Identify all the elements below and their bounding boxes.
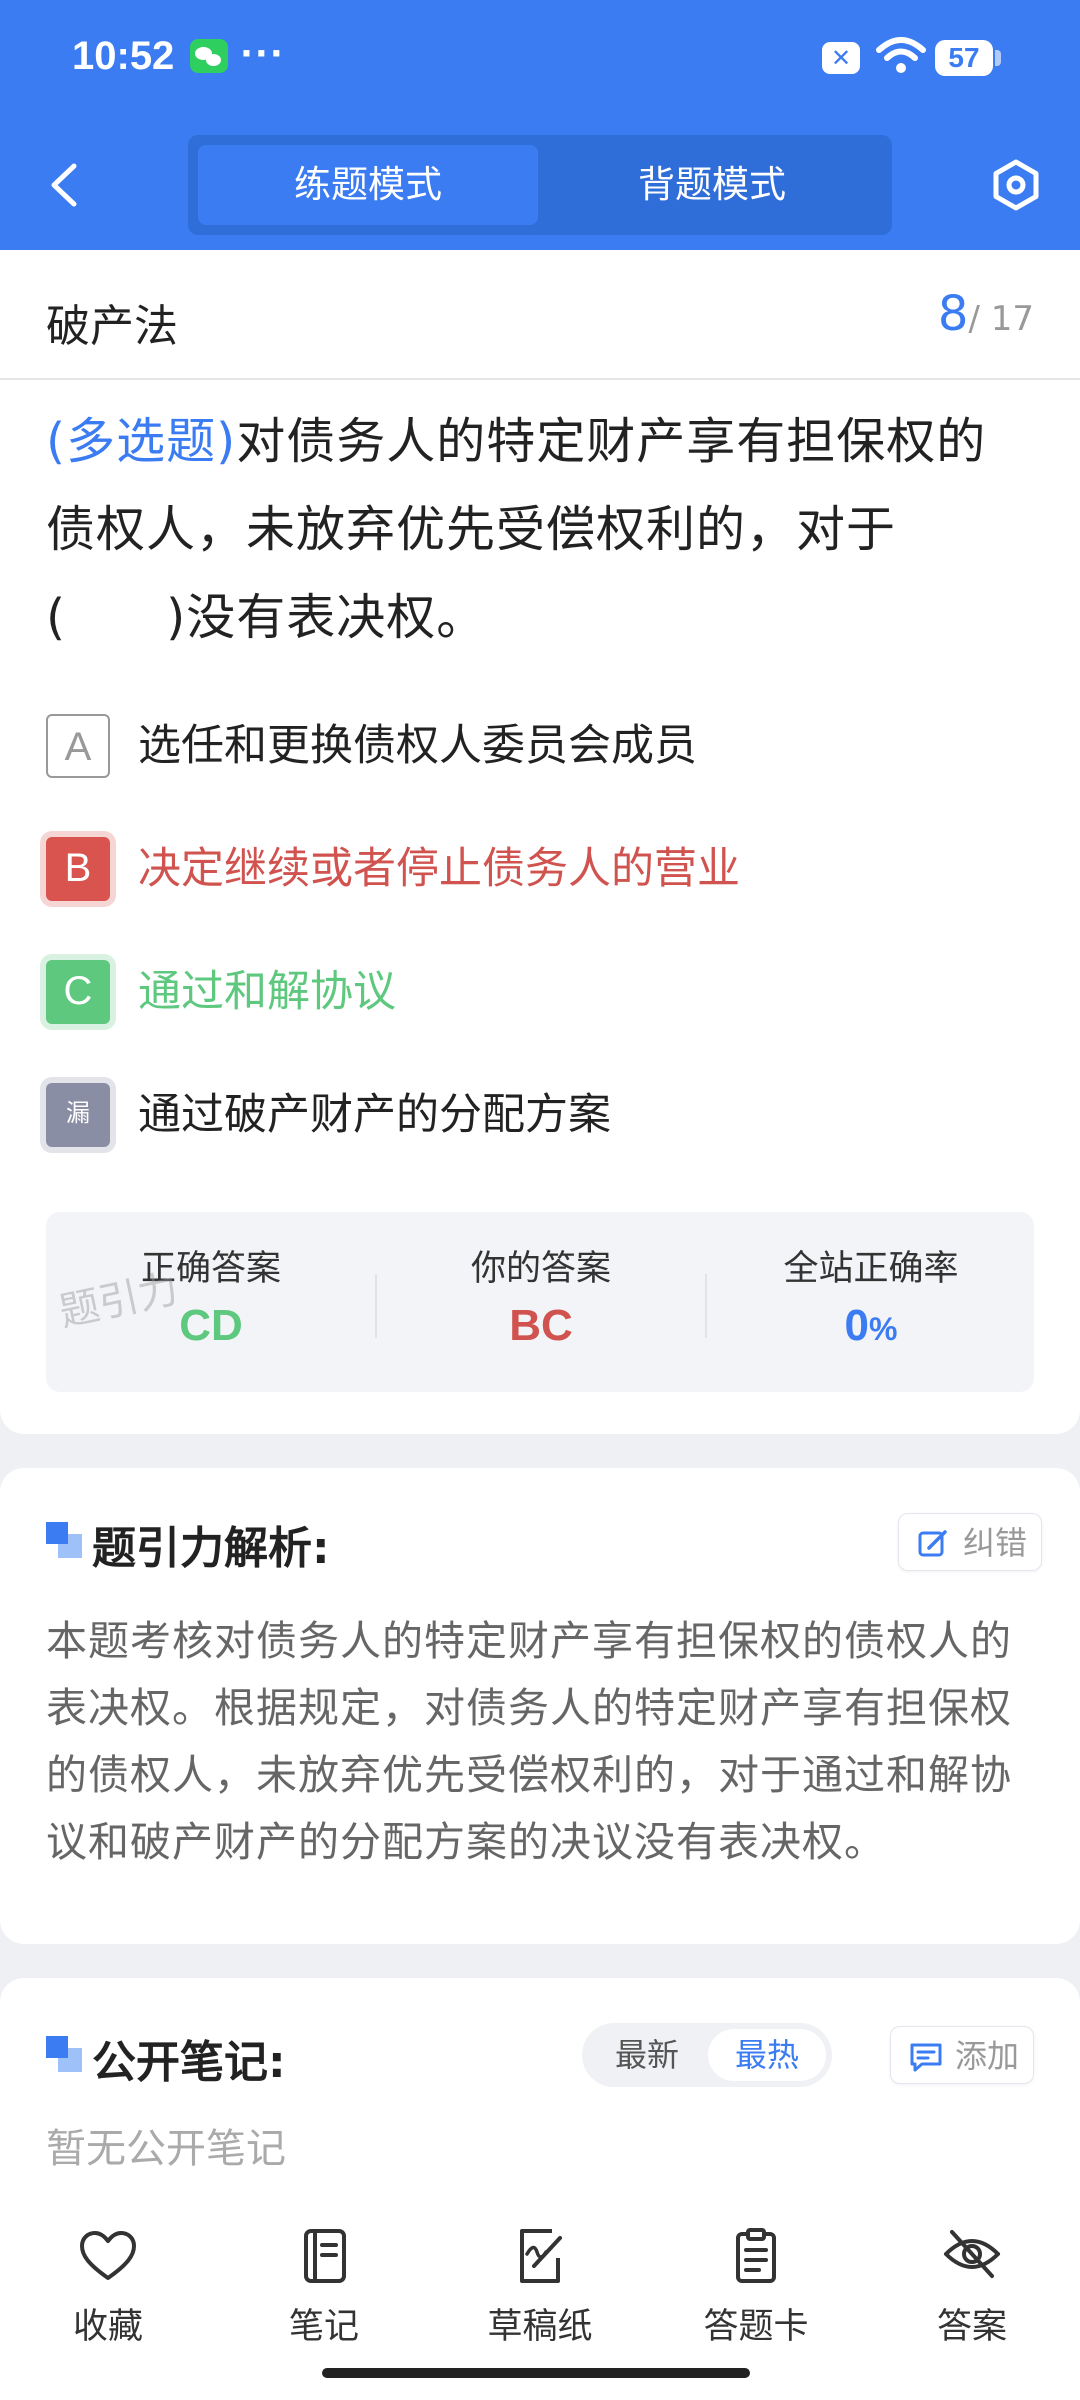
site-correct-rate: 全站正确率 0% [706, 1240, 1036, 1351]
option-text: 选任和更换债权人委员会成员 [138, 721, 697, 771]
option-badge: C [46, 960, 110, 1024]
empty-notes-text: 暂无公开笔记 [46, 2126, 286, 2172]
edit-icon [918, 1530, 947, 1557]
battery-icon: 57 [935, 40, 1001, 76]
eye-off-icon [944, 2230, 1000, 2278]
sort-newest[interactable]: 最新 [588, 2029, 706, 2081]
more-notifications-icon: ··· [240, 34, 285, 74]
total-count: / 17 [968, 299, 1034, 339]
question-type: (多选题) [46, 413, 237, 470]
wifi-icon [876, 37, 926, 73]
current-index: 8 [937, 286, 969, 342]
correct-rate-label: 全站正确率 [783, 1249, 959, 1289]
rate-unit: % [869, 1311, 898, 1347]
nav-notes[interactable]: 笔记 [254, 2228, 394, 2349]
notes-sort-toggle: 最新 最热 [582, 2023, 832, 2087]
question-card: 破产法 8/ 17 (多选题)对债务人的特定财产享有担保权的债权人，未放弃优先受… [0, 250, 1080, 1434]
status-time: 10:52 [72, 34, 175, 78]
your-answer: 你的答案 BC [376, 1240, 706, 1351]
nav-label: 收藏 [72, 2307, 143, 2347]
draft-icon [520, 2229, 562, 2283]
analysis-title: 题引力解析: [92, 1523, 330, 1574]
option-d[interactable]: 漏 通过破产财产的分配方案 [46, 1083, 1046, 1147]
chapter-title: 破产法 [46, 301, 178, 352]
sort-hottest[interactable]: 最热 [708, 2029, 826, 2081]
back-icon[interactable] [42, 158, 86, 212]
rate-number: 0 [844, 1301, 870, 1350]
notebook-icon [304, 2229, 346, 2283]
tab-practice-mode[interactable]: 练题模式 [198, 145, 538, 225]
nav-answer-sheet[interactable]: 答题卡 [686, 2228, 826, 2349]
add-note-label: 添加 [955, 2037, 1020, 2075]
nav-label: 答案 [936, 2307, 1007, 2347]
question-counter: 8/ 17 [938, 286, 1034, 342]
option-text: 通过破产财产的分配方案 [138, 1090, 611, 1140]
no-sim-icon: ✕ [822, 42, 860, 74]
nav-label: 笔记 [288, 2307, 359, 2347]
analysis-text: 本题考核对债务人的特定财产享有担保权的债权人的表决权。根据规定，对债务人的特定财… [46, 1617, 1012, 1866]
option-badge: B [46, 837, 110, 901]
nav-draft-paper[interactable]: 草稿纸 [470, 2228, 610, 2349]
correction-button[interactable]: 纠错 [898, 1513, 1043, 1571]
nav-label: 草稿纸 [487, 2307, 593, 2347]
home-indicator[interactable] [322, 2368, 750, 2378]
correction-label: 纠错 [963, 1524, 1028, 1562]
answer-summary: 正确答案 CD 你的答案 BC 全站正确率 0% [46, 1212, 1034, 1392]
option-c[interactable]: C 通过和解协议 [46, 960, 1046, 1024]
section-icon [46, 1522, 82, 1558]
question-stem: (多选题)对债务人的特定财产享有担保权的债权人，未放弃优先受偿权利的，对于( )… [46, 398, 1036, 662]
nav-answer-toggle[interactable]: 答案 [902, 2228, 1042, 2349]
nav-favorite[interactable]: 收藏 [38, 2228, 178, 2349]
your-answer-label: 你的答案 [470, 1249, 611, 1289]
notes-card: 公开笔记: 最新 最热 添加 暂无公开笔记 [0, 1978, 1080, 2218]
option-badge: A [46, 714, 110, 778]
mode-switch: 练题模式 背题模式 [188, 135, 892, 235]
clipboard-icon [736, 2228, 776, 2283]
app-header: 10:52 ··· ✕ 57 练题模式 背题模式 [0, 0, 1080, 250]
heart-icon [80, 2231, 136, 2280]
section-icon [46, 2036, 82, 2072]
nav-label: 答题卡 [703, 2307, 809, 2347]
option-badge-missed: 漏 [46, 1083, 110, 1147]
analysis-card: 题引力解析: 纠错 本题考核对债务人的特定财产享有担保权的债权人的表决权。根据规… [0, 1468, 1080, 1944]
status-bar: 10:52 ··· ✕ 57 [0, 34, 1080, 84]
tab-memorize-mode[interactable]: 背题模式 [542, 145, 882, 225]
divider [0, 378, 1080, 380]
your-answer-value: BC [509, 1301, 573, 1350]
add-note-button[interactable]: 添加 [890, 2026, 1035, 2084]
wechat-icon [190, 39, 228, 73]
correct-rate-value: 0% [706, 1301, 1036, 1351]
comment-icon [910, 2043, 942, 2072]
option-text: 通过和解协议 [138, 967, 396, 1017]
settings-icon[interactable] [990, 158, 1042, 212]
notes-title: 公开笔记: [92, 2037, 286, 2088]
option-b[interactable]: B 决定继续或者停止债务人的营业 [46, 837, 1046, 901]
option-a[interactable]: A 选任和更换债权人委员会成员 [46, 714, 1046, 778]
option-text: 决定继续或者停止债务人的营业 [138, 844, 740, 894]
